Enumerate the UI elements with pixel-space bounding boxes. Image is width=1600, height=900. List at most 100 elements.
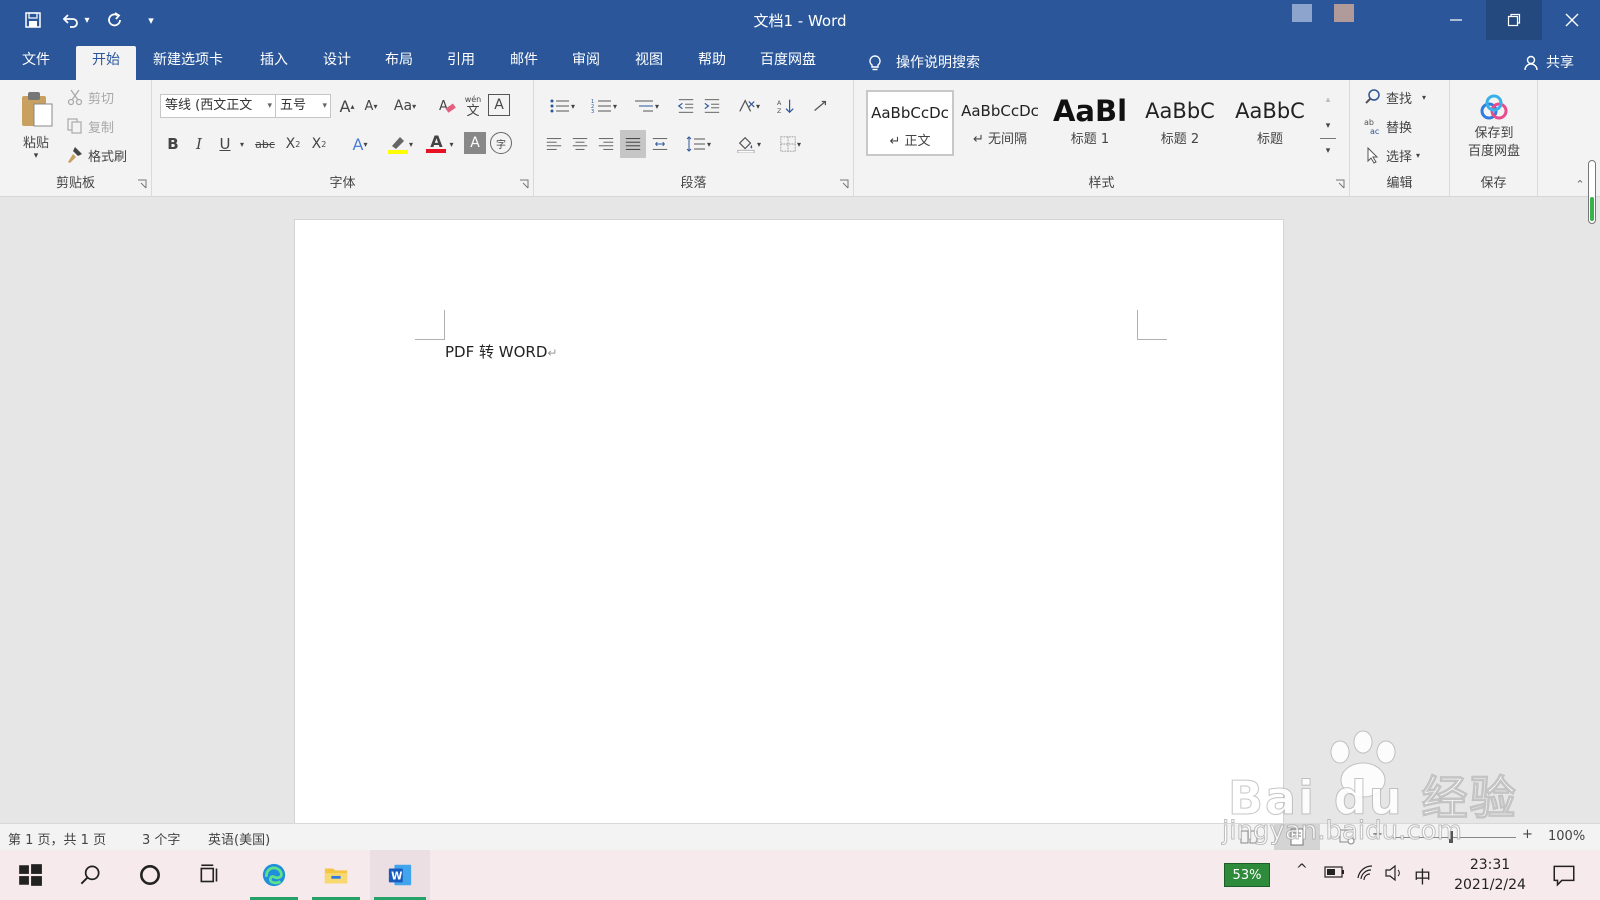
- tab-help[interactable]: 帮助: [684, 46, 740, 80]
- print-layout-icon[interactable]: [1274, 824, 1320, 850]
- zoom-level[interactable]: 100%: [1548, 829, 1585, 844]
- bullets-button[interactable]: ▾: [544, 94, 580, 118]
- replace-button[interactable]: ab ac 替换: [1364, 115, 1412, 137]
- strikethrough-button[interactable]: abc: [252, 132, 278, 156]
- battery-icon[interactable]: [1324, 866, 1346, 882]
- style-heading-2[interactable]: AaBbC 标题 2: [1136, 90, 1224, 156]
- cortana-button[interactable]: [122, 850, 178, 900]
- shrink-font-button[interactable]: A ▾: [360, 94, 382, 118]
- font-color-button[interactable]: A ▾: [422, 132, 458, 156]
- styles-scroll-down-icon[interactable]: ▾: [1320, 114, 1336, 138]
- taskbar-file-explorer-button[interactable]: [308, 850, 364, 900]
- italic-button[interactable]: I: [188, 132, 210, 156]
- taskbar-word-button[interactable]: W: [370, 850, 430, 900]
- scroll-indicator[interactable]: [1588, 160, 1596, 224]
- web-layout-icon[interactable]: [1336, 827, 1358, 847]
- chinese-layout-button[interactable]: ▾: [732, 94, 766, 118]
- superscript-button[interactable]: X2: [308, 132, 330, 156]
- tab-insert[interactable]: 插入: [246, 46, 302, 80]
- increase-indent-button[interactable]: [700, 94, 724, 118]
- tell-me-search[interactable]: 操作说明搜索: [852, 46, 994, 80]
- tab-baidu-netdisk[interactable]: 百度网盘: [746, 46, 830, 80]
- read-mode-icon[interactable]: [1238, 827, 1260, 847]
- ime-indicator[interactable]: 中: [1414, 863, 1431, 888]
- customize-quick-access-icon[interactable]: ▾: [138, 8, 164, 32]
- minimize-icon[interactable]: [1428, 0, 1484, 40]
- align-left-button[interactable]: [542, 132, 566, 156]
- text-effects-button[interactable]: A ▾: [344, 132, 376, 156]
- restore-icon[interactable]: [1486, 0, 1542, 40]
- tab-references[interactable]: 引用: [433, 46, 489, 80]
- align-center-button[interactable]: [568, 132, 592, 156]
- dialog-launcher-icon[interactable]: [519, 179, 529, 189]
- align-right-button[interactable]: [594, 132, 618, 156]
- character-shading-button[interactable]: A: [464, 132, 486, 154]
- start-button[interactable]: [2, 850, 58, 900]
- select-button[interactable]: 选择 ▾: [1364, 144, 1420, 166]
- tab-mailings[interactable]: 邮件: [496, 46, 552, 80]
- action-center-button[interactable]: [1536, 850, 1592, 900]
- save-icon[interactable]: [20, 8, 46, 32]
- volume-icon[interactable]: [1384, 864, 1404, 886]
- borders-button[interactable]: ▾: [772, 132, 808, 156]
- wifi-icon[interactable]: [1356, 864, 1376, 886]
- decrease-indent-button[interactable]: [674, 94, 698, 118]
- collapse-ribbon-icon[interactable]: ⌃: [1572, 176, 1588, 192]
- grow-font-button[interactable]: A ▴: [336, 94, 358, 118]
- taskbar-clock[interactable]: 23:31 2021/2/24: [1440, 855, 1540, 895]
- tab-file[interactable]: 文件: [8, 46, 64, 80]
- show-marks-button[interactable]: [808, 94, 832, 118]
- page-count[interactable]: 第 1 页，共 1 页: [8, 829, 106, 848]
- shading-button[interactable]: ▾: [730, 132, 766, 156]
- styles-more-icon[interactable]: ▾: [1320, 138, 1336, 162]
- character-border-button[interactable]: A: [488, 94, 510, 116]
- cut-button[interactable]: 剪切: [66, 86, 114, 108]
- style-normal[interactable]: AaBbCcDc ↵ 正文: [866, 90, 954, 156]
- taskbar-edge-button[interactable]: [246, 850, 302, 900]
- clear-formatting-button[interactable]: A: [436, 94, 458, 118]
- close-icon[interactable]: [1544, 0, 1600, 40]
- show-hidden-icons-chevron-icon[interactable]: ^: [1296, 862, 1308, 878]
- share-button[interactable]: 共享: [1508, 46, 1588, 80]
- font-name-dropdown[interactable]: 等线 (西文正文 ▾: [160, 94, 276, 118]
- document-page[interactable]: PDF 转 WORD↵: [294, 219, 1284, 823]
- bold-button[interactable]: B: [162, 132, 184, 156]
- styles-scroll-up-icon[interactable]: ▴: [1320, 88, 1336, 112]
- font-size-dropdown[interactable]: 五号 ▾: [275, 94, 331, 118]
- multilevel-list-button[interactable]: ▾: [628, 94, 664, 118]
- tab-design[interactable]: 设计: [309, 46, 365, 80]
- distributed-button[interactable]: [648, 132, 672, 156]
- document-body-text[interactable]: PDF 转 WORD↵: [445, 341, 557, 362]
- dialog-launcher-icon[interactable]: [839, 179, 849, 189]
- justify-button[interactable]: [620, 130, 646, 158]
- zoom-slider-thumb[interactable]: [1449, 831, 1453, 843]
- tab-home[interactable]: 开始: [76, 46, 136, 80]
- style-heading-1[interactable]: AaBl 标题 1: [1046, 90, 1134, 156]
- redo-icon[interactable]: [102, 8, 128, 32]
- highlight-button[interactable]: ▾: [382, 132, 418, 156]
- language-indicator[interactable]: 英语(美国): [208, 829, 270, 848]
- enclose-characters-button[interactable]: 字: [490, 132, 512, 154]
- underline-button[interactable]: U: [214, 132, 236, 156]
- style-no-spacing[interactable]: AaBbCcDc ↵ 无间隔: [956, 90, 1044, 156]
- subscript-button[interactable]: X2: [282, 132, 304, 156]
- change-case-button[interactable]: Aa ▾: [388, 94, 422, 118]
- line-spacing-button[interactable]: ▾: [680, 132, 716, 156]
- find-button[interactable]: 查找 ▾: [1364, 86, 1426, 108]
- paste-button[interactable]: 粘贴 ▾: [14, 86, 58, 164]
- tab-layout[interactable]: 布局: [371, 46, 427, 80]
- sort-button[interactable]: AZ: [774, 94, 798, 118]
- word-count[interactable]: 3 个字: [142, 829, 180, 848]
- format-painter-button[interactable]: 格式刷: [66, 144, 127, 166]
- undo-dropdown-icon[interactable]: ▾: [80, 8, 94, 32]
- style-title[interactable]: AaBbC 标题: [1226, 90, 1314, 156]
- dialog-launcher-icon[interactable]: [1335, 179, 1345, 189]
- underline-dropdown-icon[interactable]: ▾: [236, 132, 248, 156]
- zoom-in-button[interactable]: +: [1522, 827, 1533, 842]
- tab-view[interactable]: 视图: [621, 46, 677, 80]
- dialog-launcher-icon[interactable]: [137, 179, 147, 189]
- save-to-baidu-button[interactable]: 保存到 百度网盘: [1456, 88, 1532, 166]
- tab-new-tab[interactable]: 新建选项卡: [139, 46, 237, 80]
- task-view-button[interactable]: [182, 850, 238, 900]
- copy-button[interactable]: 复制: [66, 115, 114, 137]
